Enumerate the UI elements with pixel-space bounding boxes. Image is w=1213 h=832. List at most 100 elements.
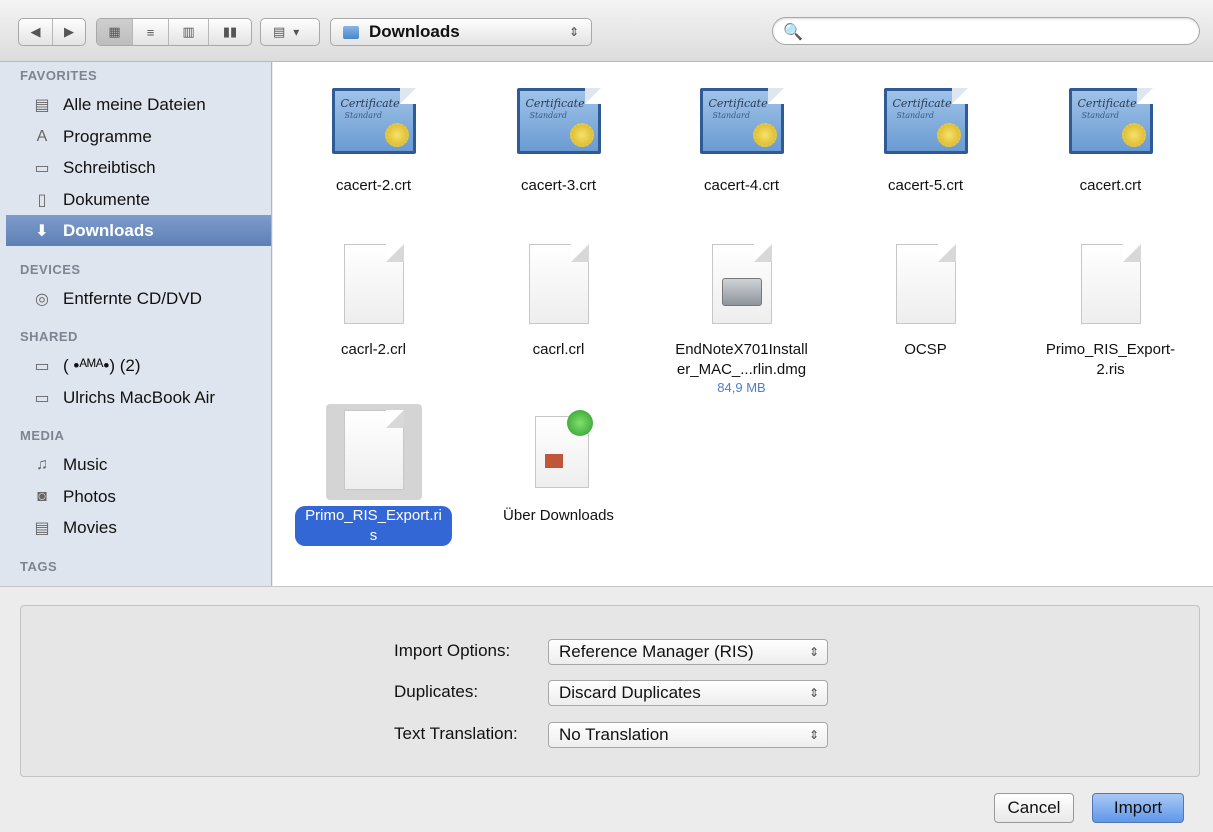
sidebar-item-dokumente[interactable]: ▯ Dokumente xyxy=(6,184,271,215)
guide-document-icon xyxy=(511,404,607,500)
import-options-label: Import Options: xyxy=(394,641,511,660)
certificate-text: Certificate xyxy=(708,97,768,110)
duplicates-select[interactable]: Discard Duplicates ⇕ xyxy=(548,680,828,706)
back-button[interactable]: ◀ xyxy=(19,19,53,45)
sidebar-item-downloads[interactable]: ⬇ Downloads xyxy=(6,215,271,246)
file-browser: Certificate Standard cacert-2.crt Certifi… xyxy=(273,62,1213,586)
file-item[interactable]: OCSP xyxy=(833,238,1018,360)
disc-icon: ◎ xyxy=(35,290,49,308)
list-view-button[interactable]: ≡ xyxy=(133,19,169,45)
back-arrow-icon: ◀ xyxy=(30,24,41,39)
certificate-text: Standard xyxy=(1081,111,1119,120)
file-name: cacert.crt xyxy=(1079,177,1142,194)
text-translation-value: No Translation xyxy=(559,725,669,744)
disk-image-icon xyxy=(694,238,790,334)
file-item[interactable]: Certificate Standard cacert.crt xyxy=(1018,74,1203,196)
certificate-icon: Certificate Standard xyxy=(694,74,790,170)
popup-arrows-icon: ⇕ xyxy=(808,728,819,742)
certificate-icon: Certificate Standard xyxy=(511,74,607,170)
sidebar-item-label: Programme xyxy=(63,126,152,146)
applications-icon: A xyxy=(36,127,48,145)
file-name: OCSP xyxy=(904,341,947,358)
cancel-button[interactable]: Cancel xyxy=(994,793,1074,823)
file-item[interactable]: Certificate Standard cacert-4.crt xyxy=(649,74,834,196)
certificate-icon: Certificate Standard xyxy=(878,74,974,170)
import-button[interactable]: Import xyxy=(1092,793,1184,823)
file-item-selected[interactable]: Primo_RIS_Export.ri s xyxy=(281,404,466,546)
desktop-icon: ▭ xyxy=(34,159,50,177)
computer-icon: ▭ xyxy=(34,357,50,375)
sidebar-item-movies[interactable]: ▤ Movies xyxy=(6,512,271,543)
file-item[interactable]: cacrl-2.crl xyxy=(281,238,466,360)
music-note-icon: ♫ xyxy=(36,455,48,473)
file-item[interactable]: Certificate Standard cacert-3.crt xyxy=(466,74,651,196)
file-size: 84,9 MB xyxy=(717,380,766,395)
sidebar-item-remote-cd-dvd[interactable]: ◎ Entfernte CD/DVD xyxy=(6,283,271,314)
import-options-panel: Import Options: Reference Manager (RIS) … xyxy=(0,586,1213,832)
certificate-icon: Certificate Standard xyxy=(326,74,422,170)
certificate-icon: Certificate Standard xyxy=(1063,74,1159,170)
sidebar-item-photos[interactable]: ◙ Photos xyxy=(6,481,271,512)
sidebar-item-label: Entfernte CD/DVD xyxy=(63,288,202,308)
sidebar-item-label: Music xyxy=(63,454,108,474)
sidebar-item-ulrichs-macbook-air[interactable]: ▭ Ulrichs MacBook Air xyxy=(6,382,271,413)
file-item[interactable]: Certificate Standard cacert-5.crt xyxy=(833,74,1018,196)
documents-icon: ▯ xyxy=(37,191,47,209)
certificate-text: Certificate xyxy=(340,97,400,110)
document-icon xyxy=(511,238,607,334)
downloads-icon: ⬇ xyxy=(35,222,49,240)
certificate-text: Standard xyxy=(896,111,934,120)
sidebar-item-alle-meine-dateien[interactable]: ▤ Alle meine Dateien xyxy=(6,89,271,120)
toolbar: ◀ ▶ ▦ ≡ ▥ ▮▮ ▤ ▾ Downloads ⇕ 🔍 xyxy=(0,0,1213,62)
file-item[interactable]: cacrl.crl xyxy=(466,238,651,360)
sidebar-section-favorites: FAVORITES xyxy=(20,68,98,83)
sidebar-item-music[interactable]: ♫ Music xyxy=(6,449,271,480)
certificate-text: Certificate xyxy=(525,97,585,110)
sidebar-section-tags: TAGS xyxy=(20,559,58,574)
import-options-value: Reference Manager (RIS) xyxy=(559,642,754,661)
icon-view-button[interactable]: ▦ xyxy=(97,19,133,45)
popup-arrows-icon: ⇕ xyxy=(808,645,819,659)
film-icon: ▤ xyxy=(34,519,50,537)
chevron-down-icon: ▾ xyxy=(293,25,300,39)
text-translation-select[interactable]: No Translation ⇕ xyxy=(548,722,828,748)
import-options-select[interactable]: Reference Manager (RIS) ⇕ xyxy=(548,639,828,665)
file-item[interactable]: Certificate Standard cacert-2.crt xyxy=(281,74,466,196)
sidebar-item-schreibtisch[interactable]: ▭ Schreibtisch xyxy=(6,152,271,183)
file-name: cacrl.crl xyxy=(532,341,585,358)
sidebar-item-programme[interactable]: A Programme xyxy=(6,121,271,152)
folder-icon xyxy=(343,25,359,39)
file-item[interactable]: Primo_RIS_Export- 2.ris xyxy=(1018,238,1203,380)
document-icon xyxy=(1063,238,1159,334)
sidebar-section-media: MEDIA xyxy=(20,428,65,443)
sidebar-item-label: Photos xyxy=(63,486,116,506)
navigation-buttons: ◀ ▶ xyxy=(18,18,86,46)
location-label: Downloads xyxy=(369,22,460,41)
file-item[interactable]: Über Downloads xyxy=(466,404,651,526)
sidebar-item-label: Ulrichs MacBook Air xyxy=(63,387,216,407)
file-name: cacert-2.crt xyxy=(335,177,411,194)
file-name: cacrl-2.crl xyxy=(340,341,406,358)
file-name: EndNoteX701Install er_MAC_...rlin.dmg xyxy=(675,341,808,378)
duplicates-label: Duplicates: xyxy=(394,682,479,701)
certificate-text: Certificate xyxy=(1077,97,1137,110)
search-field[interactable]: 🔍 xyxy=(772,17,1200,45)
location-popup[interactable]: Downloads ⇕ xyxy=(330,18,592,46)
sidebar-section-devices: DEVICES xyxy=(20,262,81,277)
duplicates-value: Discard Duplicates xyxy=(559,683,701,702)
certificate-text: Certificate xyxy=(892,97,952,110)
column-view-button[interactable]: ▥ xyxy=(169,19,209,45)
sidebar-item-label: Schreibtisch xyxy=(63,157,156,177)
text-translation-label: Text Translation: xyxy=(394,724,518,743)
certificate-text: Standard xyxy=(344,111,382,120)
forward-arrow-icon: ▶ xyxy=(64,24,74,39)
file-item[interactable]: EndNoteX701Install er_MAC_...rlin.dmg 84… xyxy=(649,238,834,395)
arrange-button[interactable]: ▤ ▾ xyxy=(260,18,320,46)
forward-button[interactable]: ▶ xyxy=(53,19,85,45)
sidebar-item-label: Movies xyxy=(63,517,117,537)
popup-arrows-icon: ⇕ xyxy=(568,25,579,39)
file-name: Primo_RIS_Export.ri s xyxy=(295,506,452,546)
coverflow-view-button[interactable]: ▮▮ xyxy=(209,19,251,45)
search-input[interactable] xyxy=(803,21,1183,41)
sidebar-item-shared-computer[interactable]: ▭ ( •ᴬᴹᴬ•) (2) xyxy=(6,350,271,381)
